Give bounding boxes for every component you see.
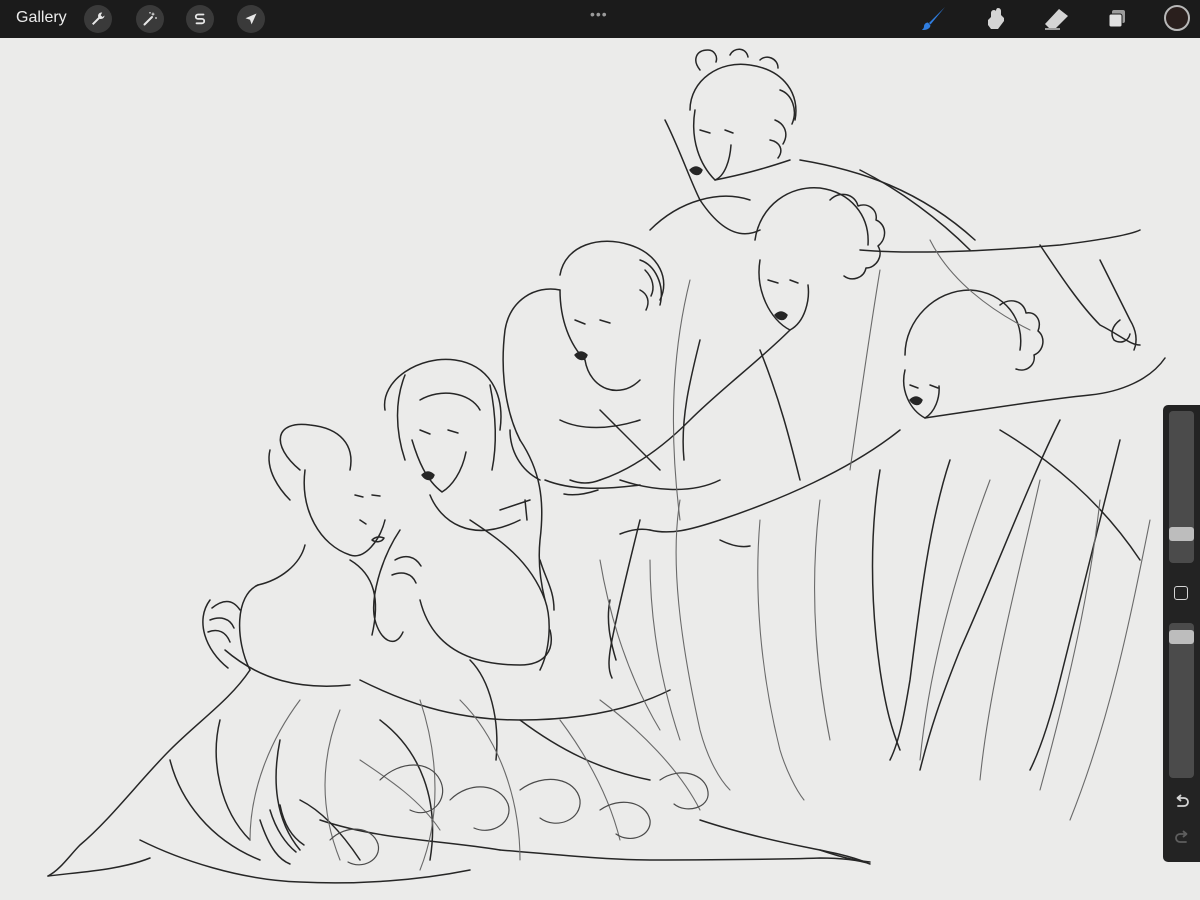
smudge-icon <box>988 8 1004 29</box>
layers-icon <box>1108 10 1125 28</box>
opacity-thumb[interactable] <box>1169 630 1194 644</box>
modify-button[interactable] <box>1174 586 1188 600</box>
selection-button[interactable] <box>186 5 214 33</box>
gallery-button[interactable]: Gallery <box>16 9 67 27</box>
sketch-top-dancer <box>649 48 976 251</box>
transform-button[interactable] <box>237 5 265 33</box>
arrow-cursor-icon <box>245 13 257 25</box>
sketch-leaning-dancer <box>563 186 1141 496</box>
adjustments-button[interactable] <box>136 5 164 33</box>
side-toolbar <box>1163 405 1200 862</box>
eraser-tool-button[interactable] <box>1041 5 1071 33</box>
undo-button[interactable] <box>1171 791 1192 812</box>
wrench-icon <box>92 12 105 25</box>
top-toolbar: Gallery ••• <box>0 0 1200 38</box>
sketch-seated-dancer <box>47 423 871 884</box>
toolbar-grip[interactable]: ••• <box>590 6 608 22</box>
brush-size-thumb[interactable] <box>1169 527 1194 541</box>
sketch-reaching-dancer <box>619 289 1166 771</box>
redo-button[interactable] <box>1171 827 1192 848</box>
drawing-canvas[interactable] <box>0 38 1200 900</box>
actions-button[interactable] <box>84 5 112 33</box>
opacity-slider[interactable] <box>1169 623 1194 778</box>
layers-button[interactable] <box>1102 5 1132 33</box>
brush-icon <box>921 7 945 30</box>
brush-size-slider[interactable] <box>1169 411 1194 563</box>
brush-tool-button[interactable] <box>918 5 948 33</box>
smudge-tool-button[interactable] <box>980 5 1010 33</box>
sketch-tutu-swirls <box>329 764 709 866</box>
eraser-icon <box>1045 9 1068 30</box>
color-picker-button[interactable] <box>1164 5 1190 31</box>
selection-s-icon <box>194 13 206 25</box>
sketch-kneeling-dancer <box>359 358 671 781</box>
redo-icon <box>1174 830 1187 843</box>
magic-wand-icon <box>143 12 157 26</box>
undo-icon <box>1176 794 1189 807</box>
